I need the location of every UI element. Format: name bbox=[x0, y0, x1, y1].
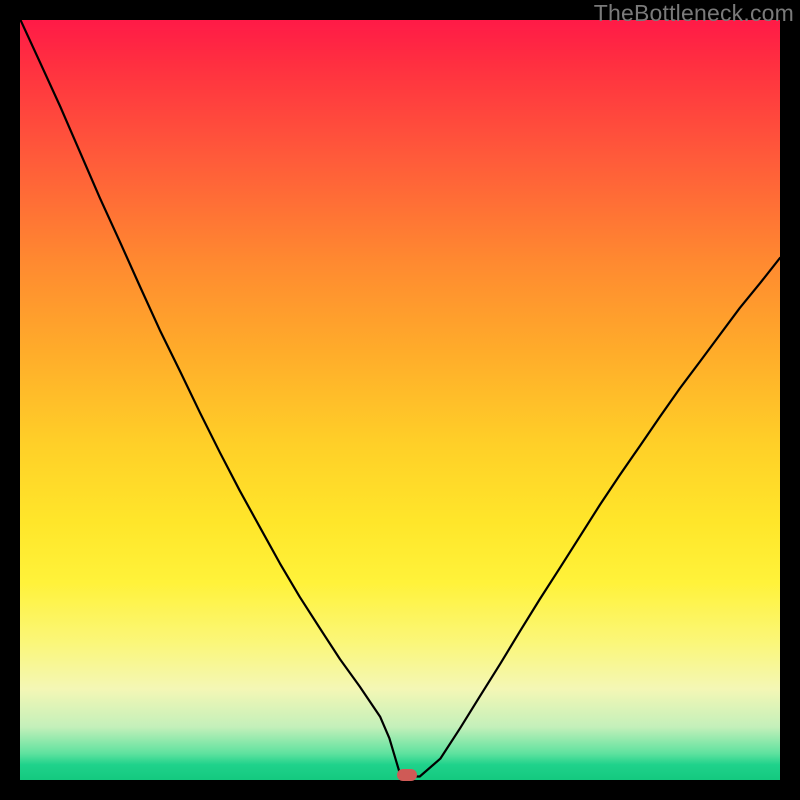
optimum-marker bbox=[397, 769, 417, 781]
watermark-text: TheBottleneck.com bbox=[594, 0, 794, 27]
bottleneck-curve bbox=[20, 20, 780, 780]
plot-area bbox=[20, 20, 780, 780]
chart-frame: TheBottleneck.com bbox=[0, 0, 800, 800]
